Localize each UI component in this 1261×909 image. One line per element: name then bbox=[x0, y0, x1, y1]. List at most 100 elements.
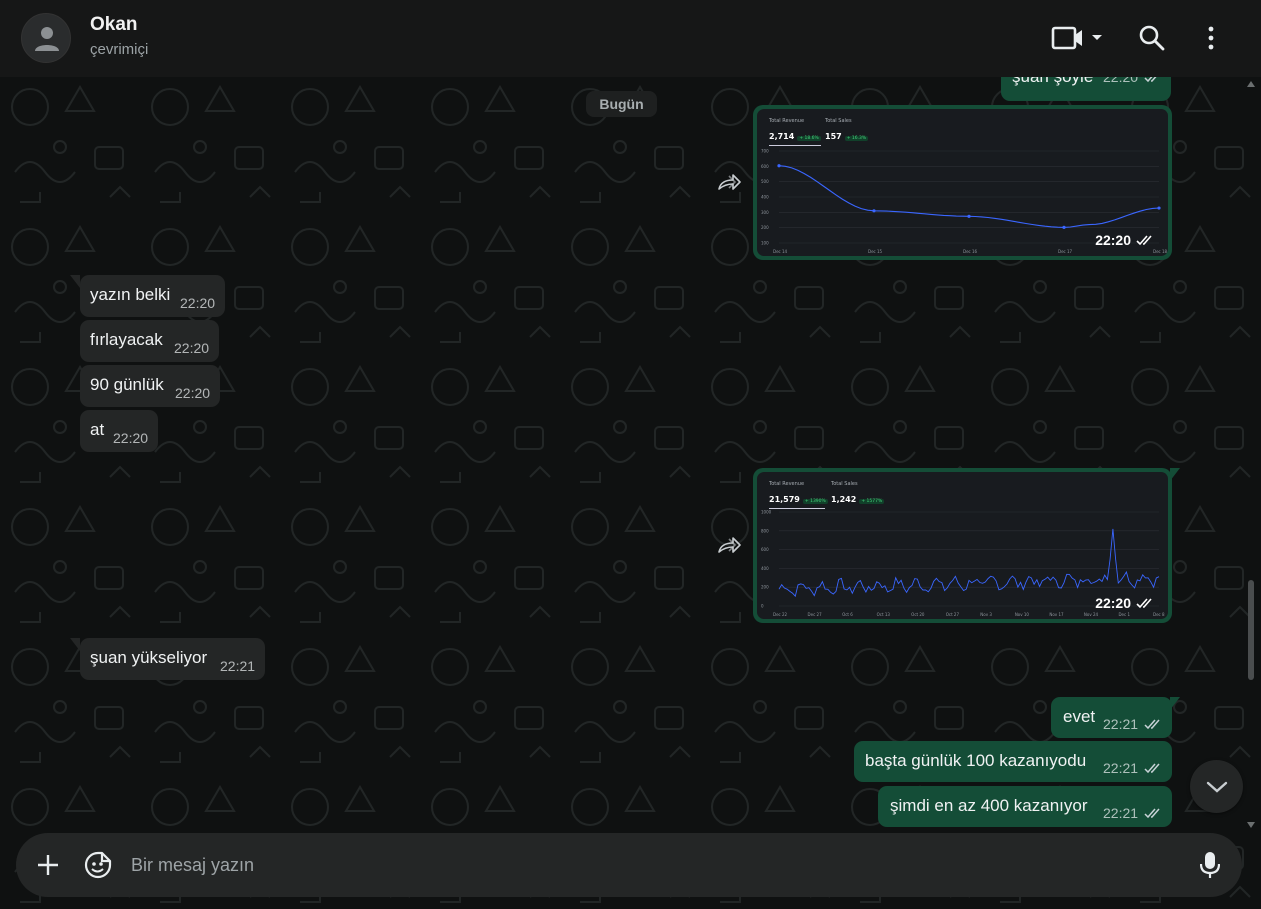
scroll-down-arrow-icon[interactable] bbox=[1247, 822, 1255, 828]
forward-icon bbox=[718, 174, 741, 190]
contact-avatar[interactable] bbox=[21, 13, 71, 63]
chevron-down-icon bbox=[1092, 35, 1102, 40]
x-tick-label: Nov 17 bbox=[1049, 612, 1064, 617]
scroll-to-bottom-button[interactable] bbox=[1190, 760, 1243, 813]
incoming-message[interactable]: 90 günlük 22:20 bbox=[80, 365, 220, 407]
x-tick-label: Dec 14 bbox=[773, 249, 788, 254]
chat-scrollbar[interactable] bbox=[1247, 77, 1257, 909]
read-receipt-icon bbox=[1144, 763, 1160, 774]
contact-name[interactable]: Okan bbox=[90, 14, 138, 36]
x-tick-label: Dec 17 bbox=[1058, 249, 1073, 254]
message-text: 90 günlük bbox=[90, 375, 164, 394]
message-time: 22:20 bbox=[174, 340, 210, 356]
x-tick-label: Dec 1 bbox=[1118, 612, 1130, 617]
message-time: 22:21 bbox=[1103, 716, 1139, 732]
x-tick-label: Nov 10 bbox=[1015, 612, 1030, 617]
contact-status: çevrimiçi bbox=[90, 41, 149, 58]
video-call-button[interactable] bbox=[1050, 22, 1110, 54]
scroll-thumb[interactable] bbox=[1248, 580, 1254, 680]
incoming-message[interactable]: şuan yükseliyor 22:21 bbox=[80, 638, 265, 680]
read-receipt-icon bbox=[1136, 234, 1152, 245]
attach-button[interactable] bbox=[32, 849, 64, 881]
y-tick-label: 600 bbox=[761, 164, 769, 169]
y-tick-label: 400 bbox=[761, 566, 769, 571]
message-time: 22:21 bbox=[220, 658, 256, 674]
video-call-icon bbox=[1051, 26, 1102, 50]
message-time: 22:20 bbox=[113, 430, 149, 446]
x-tick-label: Oct 13 bbox=[877, 612, 891, 617]
user-avatar-icon bbox=[35, 27, 59, 51]
data-point bbox=[1062, 225, 1066, 229]
data-point bbox=[967, 214, 971, 218]
microphone-icon bbox=[1200, 852, 1220, 878]
y-tick-label: 0 bbox=[761, 604, 764, 609]
whatsapp-chat-window: Okan çevrimiçi Bugün 22:20 Total Revenue… bbox=[0, 0, 1261, 909]
message-time: 22:20 bbox=[1095, 595, 1156, 611]
chat-header: Okan çevrimiçi bbox=[0, 0, 1261, 77]
y-tick-label: 100 bbox=[761, 241, 769, 246]
forward-button[interactable] bbox=[714, 167, 744, 197]
search-button[interactable] bbox=[1137, 22, 1167, 54]
outgoing-message[interactable]: evet 22:21 bbox=[1051, 697, 1172, 738]
x-tick-label: Nov 3 bbox=[980, 612, 992, 617]
chart-screenshot[interactable]: Total Revenue 21,579 + 1390% Total Sales … bbox=[757, 472, 1168, 619]
outgoing-message[interactable]: şimdi en az 400 kazanıyor 22:21 bbox=[878, 786, 1172, 827]
message-text: evet bbox=[1063, 707, 1096, 726]
x-tick-label: Oct 20 bbox=[911, 612, 925, 617]
x-tick-label: Dec 15 bbox=[868, 249, 883, 254]
y-tick-label: 300 bbox=[761, 210, 769, 215]
read-receipt-icon bbox=[1144, 808, 1160, 819]
outgoing-message[interactable]: başta günlük 100 kazanıyodu 22:21 bbox=[854, 741, 1172, 782]
y-tick-label: 600 bbox=[761, 547, 769, 552]
message-time: 22:21 bbox=[1103, 805, 1139, 821]
message-text: yazın belki bbox=[90, 285, 171, 304]
message-time: 22:20 bbox=[180, 295, 216, 311]
image-message[interactable]: Total Revenue 21,579 + 1390% Total Sales … bbox=[753, 468, 1172, 623]
read-receipt-icon bbox=[1136, 597, 1152, 608]
y-tick-label: 500 bbox=[761, 179, 769, 184]
message-time: 22:20 bbox=[1095, 232, 1156, 248]
y-tick-label: 800 bbox=[761, 528, 769, 533]
forward-icon bbox=[718, 537, 741, 553]
revenue-series-line bbox=[778, 528, 1160, 598]
y-tick-label: 400 bbox=[761, 195, 769, 200]
incoming-message[interactable]: at 22:20 bbox=[80, 410, 158, 452]
sticker-icon bbox=[84, 851, 112, 879]
message-text: şuan şöyle bbox=[1012, 77, 1093, 87]
sticker-button[interactable] bbox=[82, 849, 114, 881]
message-text: şuan yükseliyor bbox=[90, 648, 208, 667]
revenue-series-line bbox=[778, 165, 1160, 228]
message-input[interactable] bbox=[131, 847, 1181, 883]
x-tick-label: Dec 22 bbox=[773, 612, 788, 617]
chart-screenshot[interactable]: Total Revenue 2,714 + 18.6% Total Sales 1… bbox=[757, 109, 1168, 256]
outgoing-message[interactable]: şuan şöyle 22:20 bbox=[1001, 77, 1171, 101]
more-options-button[interactable] bbox=[1197, 22, 1225, 54]
incoming-message[interactable]: yazın belki 22:20 bbox=[80, 275, 225, 317]
x-tick-label: Nov 24 bbox=[1084, 612, 1099, 617]
more-options-icon bbox=[1208, 26, 1214, 50]
message-list[interactable]: Bugün şuan şöyle 22:20 Total Revenue 2,7… bbox=[0, 77, 1261, 909]
message-text: at bbox=[90, 420, 105, 439]
data-point bbox=[777, 164, 781, 168]
message-time: 22:21 bbox=[1103, 760, 1139, 776]
x-tick-label: Dec 8 bbox=[1153, 612, 1165, 617]
y-tick-label: 200 bbox=[761, 585, 769, 590]
x-tick-label: Oct 27 bbox=[946, 612, 960, 617]
search-icon bbox=[1139, 25, 1165, 51]
message-time: 22:20 bbox=[1103, 77, 1139, 85]
x-tick-label: Dec 18 bbox=[1153, 249, 1168, 254]
y-tick-label: 700 bbox=[761, 149, 769, 154]
read-receipt-icon bbox=[1144, 719, 1160, 730]
scroll-up-arrow-icon[interactable] bbox=[1247, 81, 1255, 87]
voice-message-button[interactable] bbox=[1194, 849, 1226, 881]
read-receipt-icon bbox=[1144, 77, 1157, 83]
message-time: 22:20 bbox=[175, 385, 211, 401]
image-message[interactable]: Total Revenue 2,714 + 18.6% Total Sales 1… bbox=[753, 105, 1172, 260]
x-tick-label: Oct 6 bbox=[842, 612, 853, 617]
y-tick-label: 200 bbox=[761, 225, 769, 230]
message-composer bbox=[16, 833, 1242, 897]
incoming-message[interactable]: fırlayacak 22:20 bbox=[80, 320, 219, 362]
forward-button[interactable] bbox=[714, 530, 744, 560]
data-point bbox=[1157, 206, 1161, 210]
message-text: başta günlük 100 kazanıyodu bbox=[865, 751, 1087, 770]
